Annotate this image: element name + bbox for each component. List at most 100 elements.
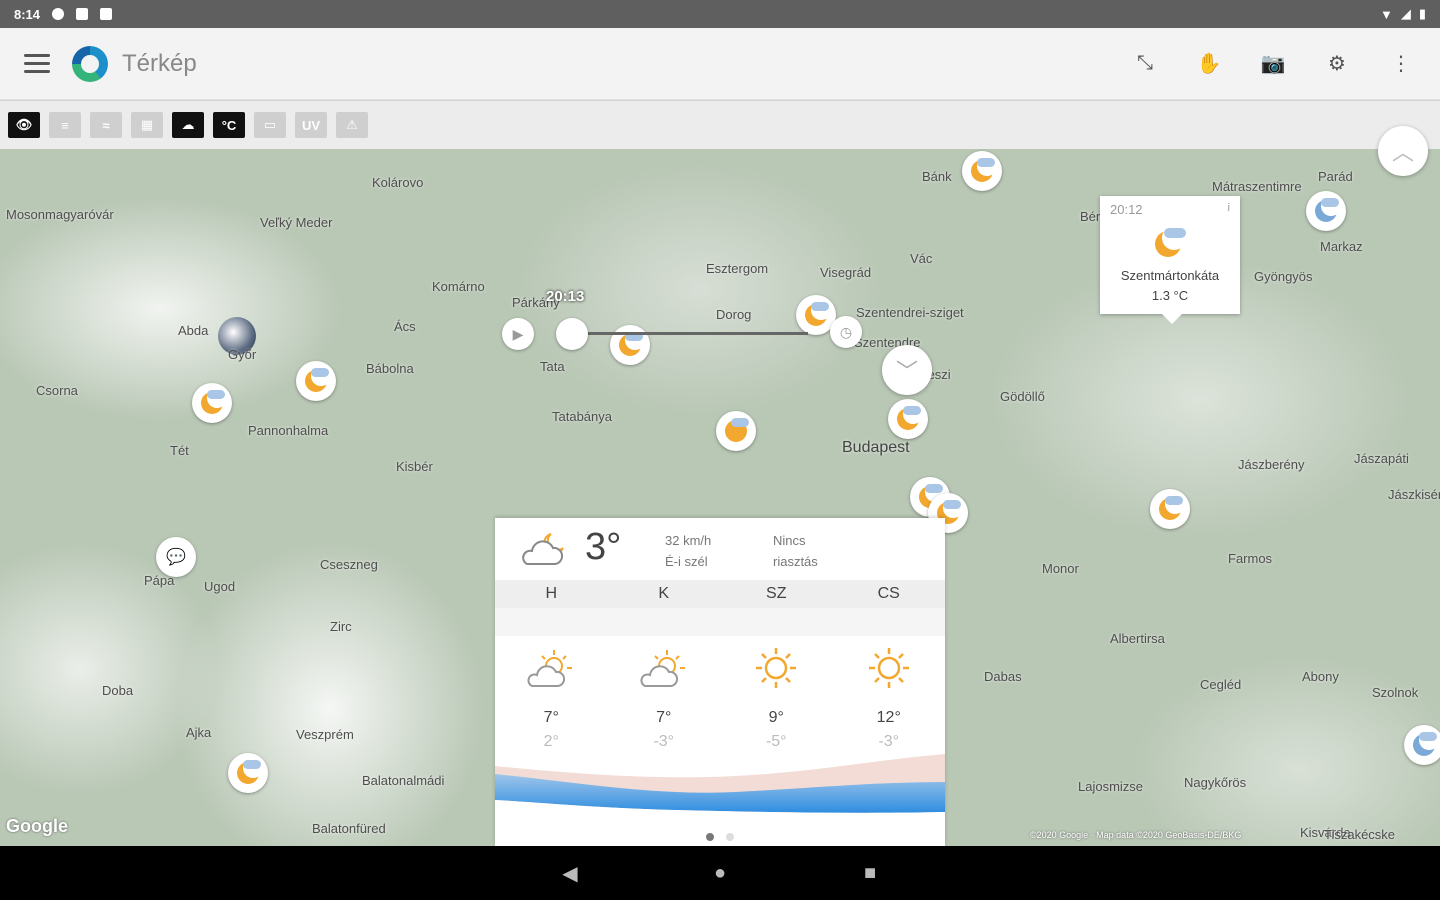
station-popup[interactable]: 20:12 i Szentmártonkáta 1.3 °C [1100, 196, 1240, 324]
map-label: Tata [540, 359, 565, 374]
map-label: Ugod [204, 579, 236, 594]
day-forecast[interactable]: 7° -3° [608, 642, 721, 752]
weather-station-marker[interactable] [192, 383, 232, 423]
weather-station-marker[interactable] [716, 411, 756, 451]
cloud-icon [207, 390, 225, 399]
camera-icon[interactable]: 📷 [1258, 49, 1288, 79]
sd-card-status-icon [100, 8, 113, 20]
page-dot-1[interactable] [705, 833, 714, 841]
popup-temperature: 1.3 °C [1151, 288, 1189, 303]
map-label: Abony [1302, 669, 1339, 684]
collapse-arrows-icon[interactable]: ⤡ [1130, 49, 1160, 79]
map-label: Visegrád [820, 265, 872, 280]
map-label: Farmos [1228, 551, 1273, 566]
moon-cloud-icon [1155, 226, 1186, 257]
layer-toggle-visibility[interactable]: 👁 [8, 112, 40, 138]
cloud-icon [925, 484, 943, 493]
cloud-icon [1321, 198, 1339, 207]
layer-toggle-text[interactable]: ≡ [49, 112, 81, 138]
clock-button[interactable]: ◷ [830, 316, 862, 348]
slider-thumb[interactable] [556, 318, 588, 350]
status-bar: 8:14 ▼ ◢ ▮ [0, 0, 1440, 28]
layer-toggle-temperature[interactable]: °C [213, 112, 245, 138]
map-label: Veszprém [296, 727, 354, 742]
layer-toggle-precip[interactable]: ▭ [254, 112, 286, 138]
back-icon[interactable]: ◀ [555, 858, 585, 888]
map-label: Csorna [36, 383, 78, 398]
weather-station-marker[interactable] [296, 361, 336, 401]
hand-icon[interactable]: ✋ [1194, 49, 1224, 79]
map-label: Mosonmagyaróvár [6, 207, 114, 222]
cloud-icon [731, 418, 749, 427]
current-temperature: 3° [585, 526, 622, 568]
day-forecast[interactable]: 12° -3° [833, 642, 946, 752]
layer-toggle-radar[interactable]: ▦ [131, 112, 163, 138]
map-label: Szolnok [1372, 685, 1419, 700]
layer-toggle-wind[interactable]: ≈ [90, 112, 122, 138]
chat-bubble-icon[interactable]: 💬 [156, 537, 196, 577]
map-label: Mátraszentimre [1212, 179, 1302, 194]
layer-toggle-cloud[interactable]: ☁ [172, 112, 204, 138]
weather-station-marker[interactable] [1306, 191, 1346, 231]
map-label: Tiszakécske [1324, 827, 1396, 842]
day-low-temp: -3° [878, 733, 900, 750]
map-label: Győr [228, 347, 257, 362]
layer-toggle-warning[interactable]: ⚠ [336, 112, 368, 138]
map-label: Monor [1042, 561, 1079, 576]
notification-status-icon [76, 8, 89, 20]
weather-station-marker[interactable] [888, 399, 928, 439]
forecast-panel: 3° 32 km/h É-i szél Nincs riasztás H K SZ C… [495, 518, 945, 846]
map-label: Balatonfüred [312, 821, 386, 836]
map-label: Bér [1080, 209, 1101, 224]
map-label: Lajosmizse [1078, 779, 1144, 794]
sun-icon [756, 648, 797, 688]
day-forecast[interactable]: 9° -5° [720, 642, 833, 752]
cloud-icon [903, 406, 921, 415]
settings-status-icon [52, 8, 65, 20]
menu-icon[interactable] [24, 47, 58, 81]
info-icon[interactable]: i [1228, 202, 1230, 214]
map-label: Gyöngyös [1254, 269, 1313, 284]
recents-icon[interactable]: ■ [855, 858, 885, 888]
home-icon[interactable]: ● [705, 858, 735, 888]
page-dot-2[interactable] [726, 833, 735, 841]
map-label: Cseszneg [320, 557, 378, 572]
map-label: Doba [102, 683, 134, 698]
play-button[interactable]: ▶ [502, 318, 534, 350]
map-label: Gödöllő [1000, 389, 1045, 404]
daily-forecast[interactable]: 7° 2° 7° -3° 9° -5° 12° -3° [495, 642, 945, 752]
day-forecast[interactable]: 7° 2° [495, 642, 608, 752]
page-indicator [495, 828, 945, 846]
layer-toolbar: 👁 ≡ ≈ ▦ ☁ °C ▭ UV ⚠ [0, 101, 1440, 149]
time-slider: 20:13 ▶ ◷ [500, 288, 880, 360]
map-label: Budapest [842, 439, 910, 456]
current-weather[interactable]: 3° 32 km/h É-i szél Nincs riasztás [495, 518, 945, 580]
layer-toggle-uv[interactable]: UV [295, 112, 327, 138]
map-label: Ács [394, 319, 416, 334]
days-header: H K SZ CS [495, 580, 945, 608]
map-label: Ajka [186, 725, 212, 740]
sun-icon [868, 648, 909, 688]
wind-speed: 32 km/h [665, 533, 712, 548]
slider-track[interactable] [560, 332, 808, 335]
map-label: Cegléd [1200, 677, 1242, 692]
more-vert-icon[interactable]: ⋮ [1386, 49, 1416, 79]
map-settings-icon[interactable]: ⚙ [1322, 49, 1352, 79]
weather-station-marker[interactable] [962, 151, 1002, 191]
weather-station-marker[interactable] [1150, 489, 1190, 529]
day-high-temp: 7° [543, 709, 559, 726]
wifi-icon: ▼ [1379, 6, 1393, 22]
cloud-icon [1165, 496, 1183, 505]
map-label: Zirc [330, 619, 352, 634]
battery-icon: ▮ [1418, 6, 1426, 21]
day-header-h: H [545, 585, 558, 602]
day-low-temp: -5° [765, 733, 787, 750]
weather-station-marker[interactable] [1404, 725, 1440, 765]
navigation-bar: ◀ ● ■ [0, 846, 1440, 900]
scroll-up-button[interactable]: ︿ [1378, 126, 1428, 176]
map-label: Abda [178, 323, 209, 338]
signal-icon: ◢ [1400, 6, 1411, 21]
collapse-panel-button[interactable]: ﹀ [882, 345, 932, 395]
weather-station-marker[interactable] [228, 753, 268, 793]
status-time: 8:14 [14, 6, 41, 22]
